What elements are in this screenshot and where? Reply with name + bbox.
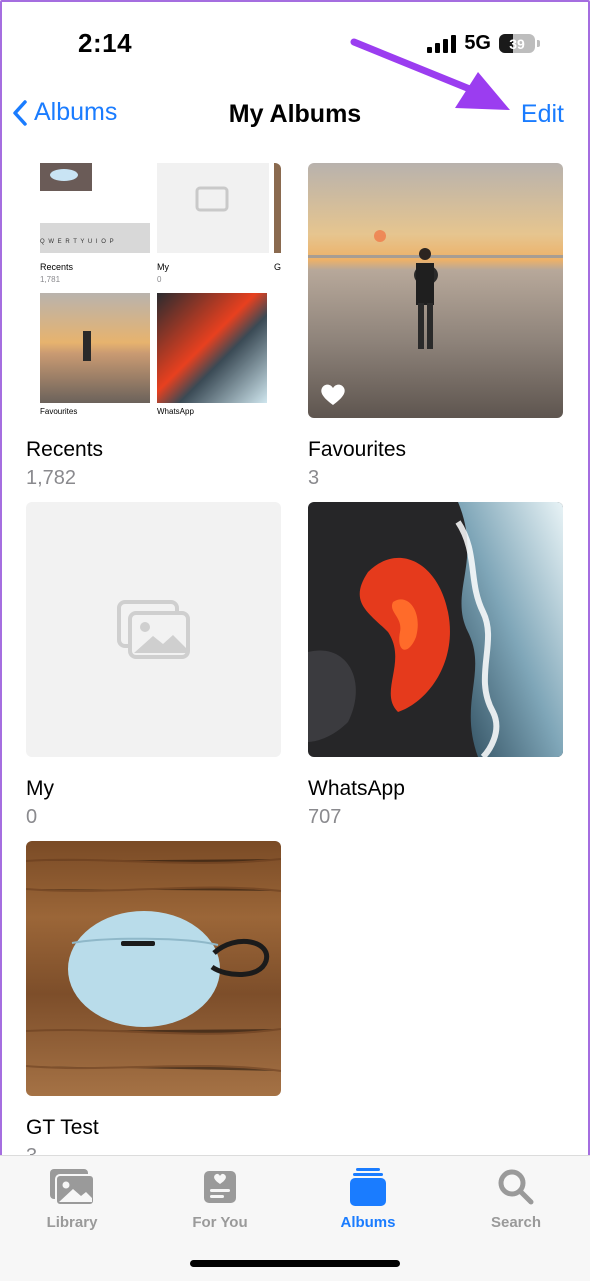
album-my[interactable]: My 0 — [26, 502, 281, 829]
recents-tile-name-0: Recents — [40, 262, 74, 272]
annotation-arrow-icon — [350, 38, 510, 110]
album-name: Recents — [26, 438, 104, 461]
recents-tile-count-1: 0 — [157, 275, 162, 284]
album-thumbnail — [26, 841, 281, 1096]
tab-albums-label: Albums — [340, 1214, 396, 1231]
album-count: 0 — [26, 806, 38, 828]
recents-tile-name-4: WhatsApp — [157, 407, 194, 416]
album-name: WhatsApp — [308, 777, 405, 800]
photo-library-icon — [50, 1169, 95, 1206]
album-recents[interactable]: Q W E R T Y U I O P Recents 1,781 My 0 G… — [26, 163, 281, 490]
tab-albums[interactable]: Albums — [303, 1166, 433, 1231]
tab-search[interactable]: Search — [451, 1166, 581, 1231]
recents-tile-name-2: G — [274, 262, 281, 272]
recents-tile-count-0: 1,781 — [40, 275, 61, 284]
tab-for-you-label: For You — [192, 1214, 248, 1231]
recents-tile-name-1: My — [157, 262, 169, 272]
album-thumbnail — [26, 502, 281, 757]
tab-library[interactable]: Library — [7, 1166, 137, 1231]
albums-icon — [350, 1168, 386, 1206]
album-thumbnail — [308, 163, 563, 418]
recents-keyboard-row: Q W E R T Y U I O P — [40, 239, 115, 245]
status-time: 2:14 — [78, 28, 133, 58]
album-thumbnail — [308, 502, 563, 757]
tab-library-label: Library — [46, 1214, 98, 1231]
album-name: GT Test — [26, 1116, 99, 1139]
beach-sunset-photo — [308, 163, 563, 418]
album-thumbnail: Q W E R T Y U I O P Recents 1,781 My 0 G… — [26, 163, 281, 418]
recents-tile-name-3: Favourites — [40, 407, 78, 416]
abstract-lava-wallpaper-image — [308, 502, 563, 757]
search-icon — [498, 1169, 534, 1205]
recents-preview-image — [40, 163, 281, 403]
empty-album-photos-icon — [116, 599, 190, 659]
tab-search-label: Search — [490, 1214, 542, 1231]
album-favourites[interactable]: Favourites 3 — [308, 163, 563, 490]
heart-icon — [321, 384, 345, 405]
edit-button[interactable]: Edit — [521, 100, 564, 129]
tab-for-you[interactable]: For You — [155, 1166, 285, 1231]
album-name: My — [26, 777, 54, 800]
album-count: 1,782 — [26, 467, 77, 489]
for-you-icon — [204, 1171, 236, 1203]
home-indicator — [190, 1260, 400, 1267]
album-name: Favourites — [308, 438, 407, 461]
album-count: 3 — [308, 467, 320, 489]
album-count: 707 — [308, 806, 342, 828]
battery-cap — [537, 40, 540, 47]
album-whatsapp[interactable]: WhatsApp 707 — [308, 502, 563, 829]
album-gt-test[interactable]: GT Test 3 — [26, 841, 281, 1168]
earbuds-case-photo — [26, 841, 281, 1096]
